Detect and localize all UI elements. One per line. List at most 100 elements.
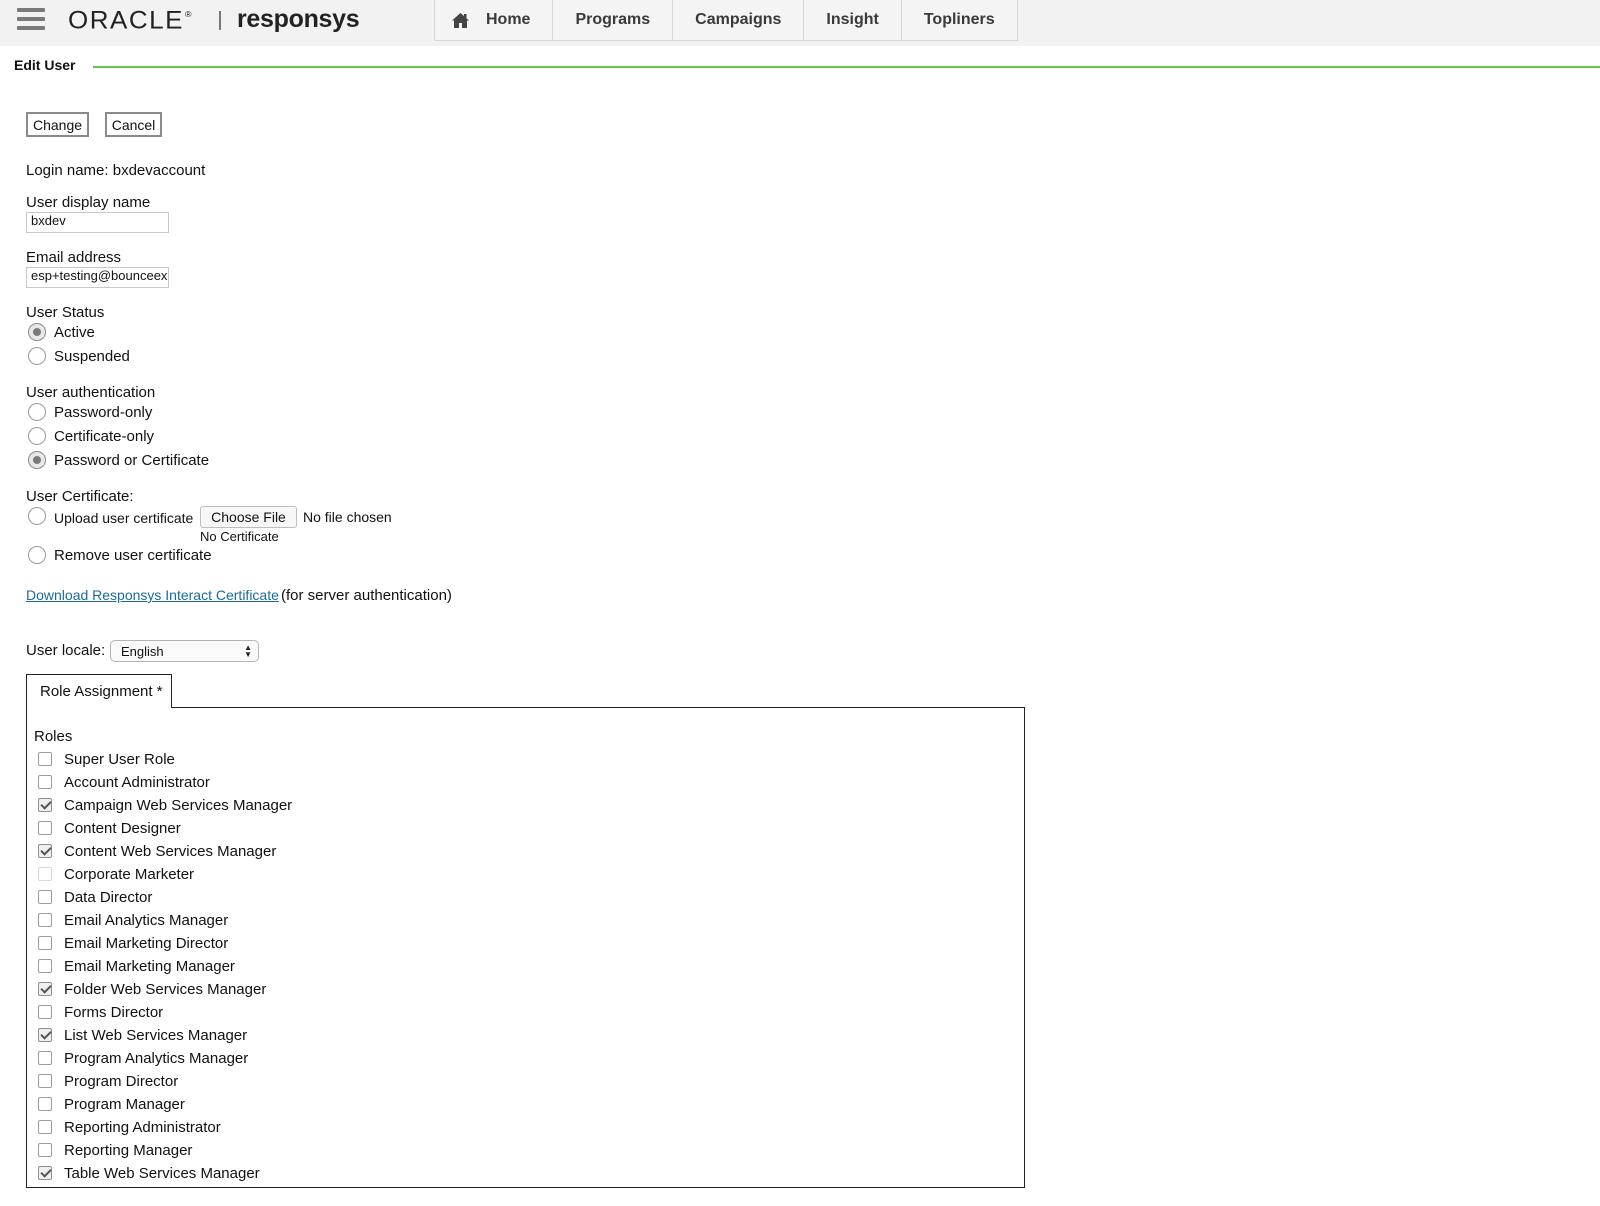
role-label: Reporting Manager [64, 1141, 193, 1159]
role-email-marketing-manager: Email Marketing Manager [38, 956, 235, 976]
status-active-radio[interactable] [28, 323, 46, 341]
role-label: List Web Services Manager [64, 1026, 248, 1044]
role-checkbox[interactable] [38, 959, 52, 973]
no-file-chosen-text: No file chosen [303, 509, 392, 525]
nav-programs[interactable]: Programs [553, 0, 674, 40]
no-certificate-text: No Certificate [200, 529, 279, 544]
role-email-analytics-manager: Email Analytics Manager [38, 910, 228, 930]
display-name-field[interactable]: bxdev [26, 212, 169, 233]
display-name-label: User display name [26, 194, 151, 211]
role-checkbox[interactable] [38, 1166, 52, 1180]
top-bar: ORACLE® responsys Home Programs Campaign… [0, 0, 1600, 46]
role-checkbox[interactable] [38, 1097, 52, 1111]
role-program-director: Program Director [38, 1071, 178, 1091]
auth-certificate-only-radio[interactable] [28, 427, 46, 445]
role-email-marketing-director: Email Marketing Director [38, 933, 228, 953]
choose-file-button[interactable]: Choose File [200, 506, 297, 528]
status-active-label: Active [54, 324, 95, 341]
status-suspended-label: Suspended [54, 348, 130, 365]
role-label: Content Designer [64, 819, 181, 837]
role-checkbox[interactable] [38, 1028, 52, 1042]
title-divider [93, 66, 1600, 68]
role-label: Program Director [64, 1072, 179, 1090]
remove-certificate-label: Remove user certificate [54, 547, 212, 564]
role-label: Reporting Administrator [64, 1118, 221, 1136]
role-label: Account Administrator [64, 773, 210, 791]
user-locale-select[interactable]: English ▲ ▼ [110, 640, 259, 662]
auth-password-only-radio[interactable] [28, 403, 46, 421]
role-content-designer: Content Designer [38, 818, 181, 838]
role-checkbox[interactable] [38, 798, 52, 812]
role-label: Forms Director [64, 1003, 164, 1021]
role-checkbox[interactable] [38, 752, 52, 766]
main-nav: Home Programs Campaigns Insight Topliner… [434, 0, 1018, 41]
role-campaign-web-services-manager: Campaign Web Services Manager [38, 795, 292, 815]
role-label: Table Web Services Manager [64, 1164, 260, 1182]
cancel-button[interactable]: Cancel [105, 112, 162, 137]
role-forms-director: Forms Director [38, 1002, 163, 1022]
role-label: Super User Role [64, 750, 175, 768]
role-checkbox[interactable] [38, 1074, 52, 1088]
nav-campaigns[interactable]: Campaigns [673, 0, 805, 40]
logo-divider [219, 11, 221, 30]
role-checkbox[interactable] [38, 982, 52, 996]
role-data-director: Data Director [38, 887, 152, 907]
download-certificate-note: (for server authentication) [281, 587, 452, 604]
role-content-web-services-manager: Content Web Services Manager [38, 841, 276, 861]
role-label: Corporate Marketer [64, 865, 195, 883]
role-checkbox[interactable] [38, 890, 52, 904]
role-label: Email Marketing Manager [64, 957, 235, 975]
role-label: Campaign Web Services Manager [64, 796, 293, 814]
role-checkbox[interactable] [38, 1005, 52, 1019]
role-checkbox[interactable] [38, 936, 52, 950]
role-checkbox[interactable] [38, 821, 52, 835]
roles-title: Roles [34, 728, 73, 745]
role-program-manager: Program Manager [38, 1094, 185, 1114]
nav-home-label: Home [486, 11, 531, 28]
menu-icon[interactable] [17, 7, 45, 33]
role-label: Data Director [64, 888, 153, 906]
role-label: Program Analytics Manager [64, 1049, 249, 1067]
role-checkbox[interactable] [38, 867, 52, 881]
role-label: Content Web Services Manager [64, 842, 277, 860]
download-certificate-link[interactable]: Download Responsys Interact Certificate [26, 587, 279, 603]
auth-password-only-label: Password-only [54, 404, 153, 421]
auth-password-or-certificate-label: Password or Certificate [54, 452, 210, 469]
role-checkbox[interactable] [38, 1120, 52, 1134]
login-name: Login name: bxdevaccount [26, 162, 206, 179]
auth-certificate-only-label: Certificate-only [54, 428, 155, 445]
responsys-logo: responsys [237, 5, 360, 33]
nav-topliners[interactable]: Topliners [902, 0, 1017, 40]
email-label: Email address [26, 249, 122, 266]
role-label: Email Marketing Director [64, 934, 229, 952]
role-checkbox[interactable] [38, 775, 52, 789]
role-label: Email Analytics Manager [64, 911, 229, 929]
role-checkbox[interactable] [38, 913, 52, 927]
status-suspended-radio[interactable] [28, 347, 46, 365]
role-reporting-administrator: Reporting Administrator [38, 1117, 221, 1137]
nav-insight[interactable]: Insight [804, 0, 902, 40]
role-checkbox[interactable] [38, 1051, 52, 1065]
role-program-analytics-manager: Program Analytics Manager [38, 1048, 248, 1068]
role-checkbox[interactable] [38, 844, 52, 858]
remove-certificate-radio[interactable] [28, 546, 46, 564]
user-authentication-label: User authentication [26, 384, 156, 401]
change-button[interactable]: Change [26, 112, 89, 137]
email-field[interactable]: esp+testing@bounceexchange.com [26, 267, 169, 288]
user-locale-label: User locale: [26, 642, 106, 659]
oracle-logo: ORACLE® [68, 5, 192, 35]
upload-certificate-radio[interactable] [28, 507, 46, 525]
role-folder-web-services-manager: Folder Web Services Manager [38, 979, 266, 999]
role-table-web-services-manager: Table Web Services Manager [38, 1163, 260, 1183]
nav-home[interactable]: Home [435, 0, 554, 40]
role-checkbox[interactable] [38, 1143, 52, 1157]
auth-password-or-certificate-radio[interactable] [28, 451, 46, 469]
select-arrows-icon: ▲ ▼ [244, 643, 252, 659]
tab-role-assignment[interactable]: Role Assignment * [26, 674, 172, 708]
role-account-administrator: Account Administrator [38, 772, 210, 792]
role-reporting-manager: Reporting Manager [38, 1140, 192, 1160]
home-icon [452, 12, 469, 28]
role-super-user: Super User Role [38, 749, 175, 769]
role-assignment-panel: Roles Super User Role Account Administra… [26, 707, 1025, 1188]
user-status-label: User Status [26, 304, 105, 321]
